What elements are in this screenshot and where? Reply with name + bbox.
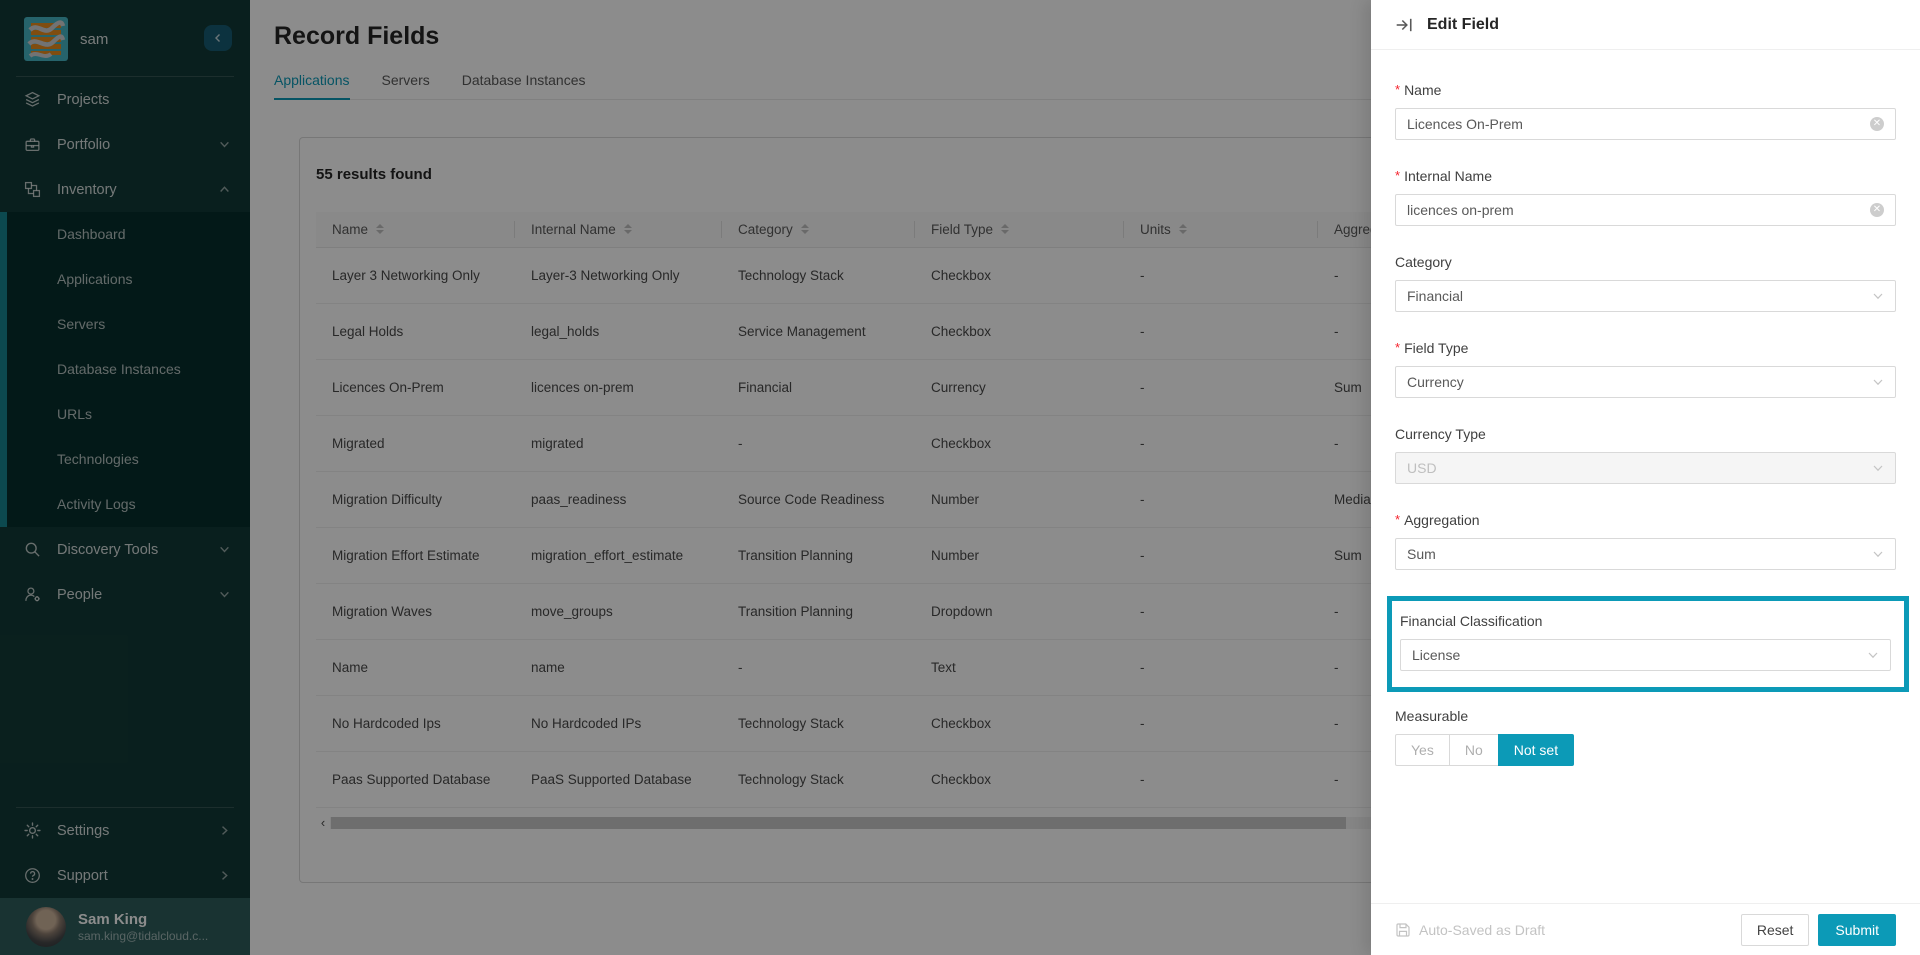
drawer-close-button[interactable] bbox=[1395, 16, 1413, 34]
required-asterisk: * bbox=[1395, 166, 1400, 186]
field-label: *Internal Name bbox=[1395, 166, 1896, 186]
chevron-down-icon bbox=[1867, 649, 1879, 661]
drawer-footer: Auto-Saved as Draft Reset Submit bbox=[1371, 903, 1920, 955]
chevron-down-icon bbox=[1872, 462, 1884, 474]
field-label: Category bbox=[1395, 252, 1896, 272]
name-input[interactable] bbox=[1407, 116, 1870, 132]
field-label: Measurable bbox=[1395, 706, 1896, 726]
field-label: *Name bbox=[1395, 80, 1896, 100]
chevron-down-icon bbox=[1872, 376, 1884, 388]
measurable-no-button[interactable]: No bbox=[1449, 734, 1499, 766]
field-group-name: *Name ✕ bbox=[1395, 80, 1896, 140]
drawer-title: Edit Field bbox=[1427, 16, 1499, 34]
reset-button[interactable]: Reset bbox=[1741, 914, 1810, 946]
submit-button[interactable]: Submit bbox=[1818, 914, 1896, 946]
financial-classification-highlight: Financial Classification License bbox=[1387, 596, 1909, 692]
drawer-header: Edit Field bbox=[1371, 0, 1920, 50]
internal-name-input-wrapper: ✕ bbox=[1395, 194, 1896, 226]
category-select[interactable]: Financial bbox=[1395, 280, 1896, 312]
aggregation-select[interactable]: Sum bbox=[1395, 538, 1896, 570]
drawer-body: *Name ✕ *Internal Name ✕ Category Financ… bbox=[1371, 50, 1920, 903]
field-group-measurable: Measurable Yes No Not set bbox=[1395, 706, 1896, 766]
field-group-currency-type: Currency Type USD bbox=[1395, 424, 1896, 484]
field-label: *Field Type bbox=[1395, 338, 1896, 358]
field-type-select[interactable]: Currency bbox=[1395, 366, 1896, 398]
measurable-not-set-button[interactable]: Not set bbox=[1498, 734, 1574, 766]
autosave-status: Auto-Saved as Draft bbox=[1395, 922, 1545, 938]
app-root: sam Projects Portfolio Inventory bbox=[0, 0, 1920, 955]
field-group-financial-classification: Financial Classification License bbox=[1400, 611, 1891, 671]
field-group-internal-name: *Internal Name ✕ bbox=[1395, 166, 1896, 226]
collapse-right-icon bbox=[1395, 16, 1413, 34]
field-label: Financial Classification bbox=[1400, 611, 1891, 631]
clear-icon[interactable]: ✕ bbox=[1870, 117, 1884, 131]
field-label: Currency Type bbox=[1395, 424, 1896, 444]
required-asterisk: * bbox=[1395, 338, 1400, 358]
edit-field-drawer: Edit Field *Name ✕ *Internal Name ✕ Cate… bbox=[1371, 0, 1920, 955]
measurable-segmented-control: Yes No Not set bbox=[1395, 734, 1574, 766]
required-asterisk: * bbox=[1395, 80, 1400, 100]
name-input-wrapper: ✕ bbox=[1395, 108, 1896, 140]
required-asterisk: * bbox=[1395, 510, 1400, 530]
financial-classification-select[interactable]: License bbox=[1400, 639, 1891, 671]
clear-icon[interactable]: ✕ bbox=[1870, 203, 1884, 217]
field-label: *Aggregation bbox=[1395, 510, 1896, 530]
measurable-yes-button[interactable]: Yes bbox=[1395, 734, 1450, 766]
chevron-down-icon bbox=[1872, 548, 1884, 560]
drawer-actions: Reset Submit bbox=[1741, 914, 1896, 946]
field-group-field-type: *Field Type Currency bbox=[1395, 338, 1896, 398]
internal-name-input[interactable] bbox=[1407, 202, 1870, 218]
field-group-aggregation: *Aggregation Sum bbox=[1395, 510, 1896, 570]
chevron-down-icon bbox=[1872, 290, 1884, 302]
autosave-status-text: Auto-Saved as Draft bbox=[1419, 922, 1545, 938]
currency-type-select: USD bbox=[1395, 452, 1896, 484]
auto-save-icon bbox=[1395, 922, 1411, 938]
field-group-category: Category Financial bbox=[1395, 252, 1896, 312]
